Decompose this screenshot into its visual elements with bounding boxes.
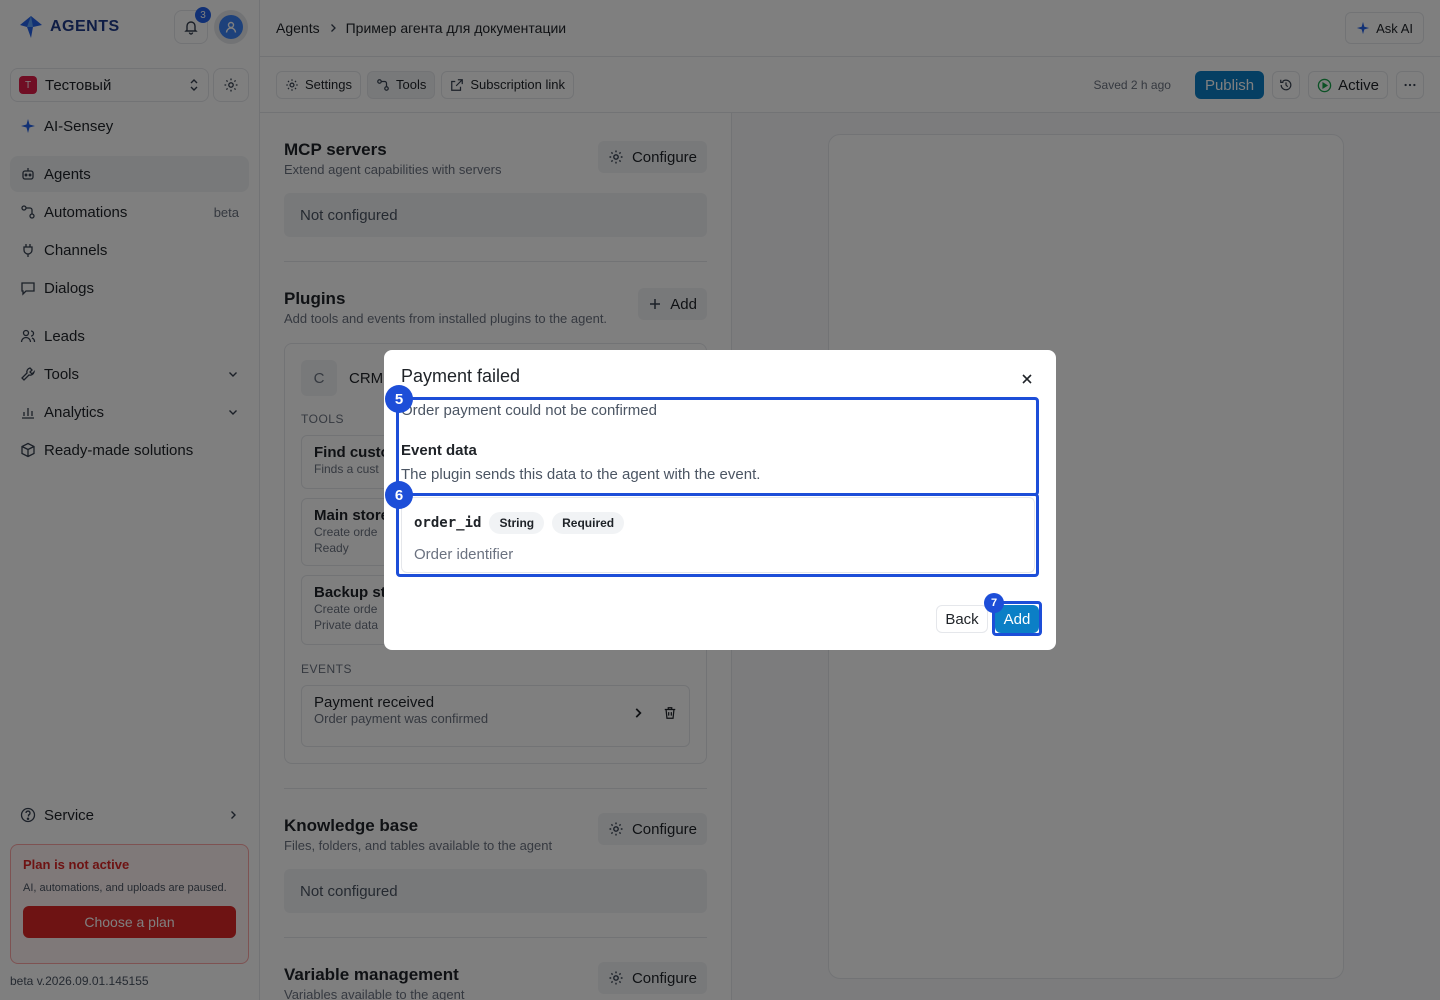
close-icon	[1022, 374, 1032, 384]
highlight-box-5	[396, 397, 1039, 496]
marker-6: 6	[385, 481, 413, 509]
back-button[interactable]: Back	[936, 605, 988, 633]
close-button[interactable]	[1018, 370, 1036, 388]
event-dialog: Payment failed Order payment could not b…	[384, 350, 1056, 650]
marker-7: 7	[984, 593, 1004, 613]
dialog-title: Payment failed	[401, 366, 521, 386]
marker-5: 5	[385, 385, 413, 413]
highlight-box-6	[396, 493, 1039, 577]
